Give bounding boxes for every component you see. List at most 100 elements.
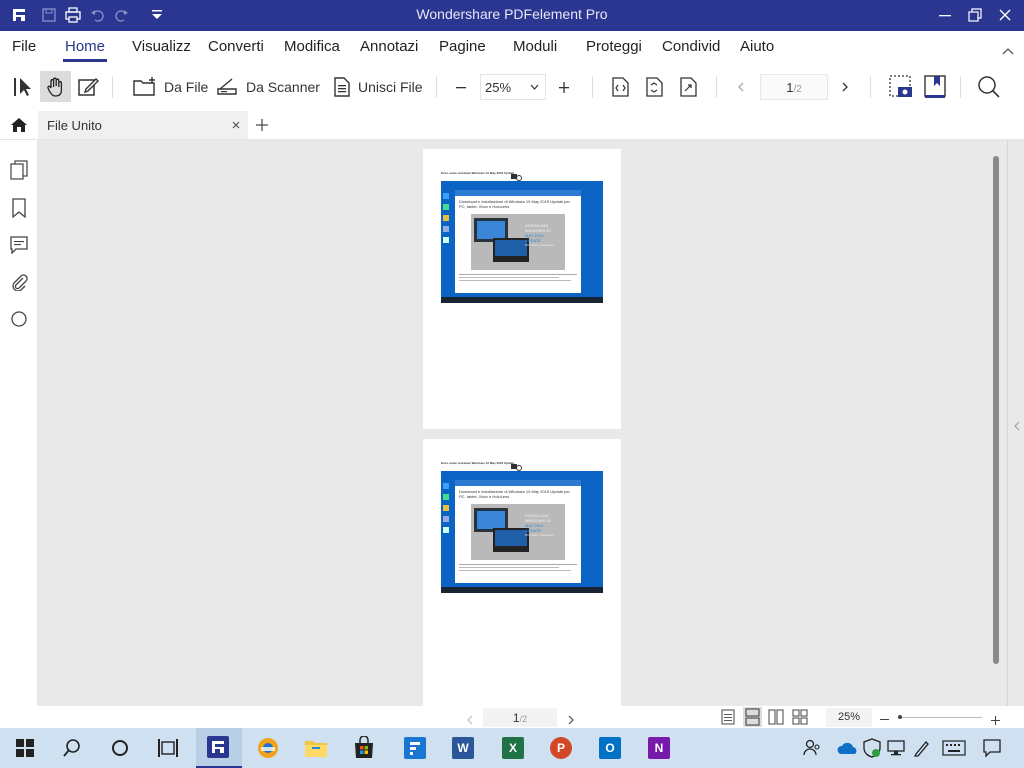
toolbar-separator <box>960 76 961 98</box>
cortana-icon[interactable] <box>108 736 132 760</box>
menu-pages[interactable]: Pagine <box>439 38 486 55</box>
document-tab-bar: File Unito <box>0 111 1024 140</box>
from-file-button[interactable]: Da File <box>132 73 208 101</box>
pen-icon[interactable] <box>910 736 934 760</box>
merge-files-button[interactable]: Unisci File <box>330 73 423 101</box>
tab-file-unito[interactable]: File Unito <box>38 111 248 139</box>
from-file-label: Da File <box>164 79 209 95</box>
search-icon[interactable] <box>977 73 1001 101</box>
select-tool-icon[interactable] <box>12 73 36 101</box>
tab-title: File Unito <box>47 118 102 133</box>
taskbar-search-icon[interactable] <box>60 736 84 760</box>
menu-home[interactable]: Home <box>62 38 108 62</box>
people-icon[interactable] <box>800 736 824 760</box>
minimize-icon[interactable] <box>936 6 954 24</box>
status-zoom-out-icon[interactable] <box>880 711 889 729</box>
status-page-input[interactable]: 1/2 <box>483 708 557 727</box>
page-heading: Ecco come scaricare Windows 10 May 2019 … <box>441 461 515 465</box>
page-number-input[interactable]: 1/2 <box>760 74 828 100</box>
fit-page-icon[interactable] <box>643 73 665 101</box>
screenshot-taskbar <box>441 297 603 303</box>
browser-window: Download e installazione di Windows 10 M… <box>455 190 581 293</box>
hand-tool-icon[interactable] <box>40 71 71 102</box>
previous-page-icon[interactable] <box>736 73 746 101</box>
screenshot-taskbar <box>441 587 603 593</box>
edit-tool-icon[interactable] <box>76 73 100 101</box>
continuous-facing-view-icon[interactable] <box>792 709 808 730</box>
pdfelement-app-icon <box>207 736 229 758</box>
outlook-icon[interactable]: O <box>598 736 622 760</box>
menu-forms[interactable]: Moduli <box>513 38 557 55</box>
zoom-slider-track[interactable] <box>898 717 982 718</box>
action-center-icon[interactable] <box>980 736 1004 760</box>
document-workspace: Ecco come scaricare Windows 10 May 2019 … <box>38 140 1024 706</box>
microsoft-store-icon[interactable] <box>352 736 376 760</box>
home-icon[interactable] <box>10 116 28 139</box>
zoom-select[interactable]: 25% <box>480 74 546 100</box>
chevron-down-icon <box>530 84 539 90</box>
security-shield-icon[interactable] <box>860 736 884 760</box>
pdfelement-cloud-icon[interactable] <box>403 736 427 760</box>
from-scanner-label: Da Scanner <box>246 79 320 95</box>
menu-convert[interactable]: Converti <box>208 38 264 55</box>
powerpoint-icon[interactable]: P <box>549 736 573 760</box>
page-screenshot-image: Download e installazione di Windows 10 M… <box>441 181 603 303</box>
network-icon[interactable] <box>884 736 908 760</box>
edge-canary-icon[interactable] <box>256 736 280 760</box>
vertical-scrollbar-thumb[interactable] <box>993 156 999 664</box>
next-page-icon[interactable] <box>840 73 850 101</box>
toolbar-separator <box>592 76 593 98</box>
status-zoom-value[interactable]: 25% <box>826 708 872 727</box>
fit-width-icon[interactable] <box>609 73 631 101</box>
menu-annotate[interactable]: Annotazi <box>360 38 418 55</box>
close-tab-icon[interactable] <box>232 121 240 129</box>
comment-icon[interactable] <box>9 235 29 255</box>
download-banner: DOWNLOAD WINDOWS 10 MAY 2019 UPDATE PC |… <box>471 214 565 270</box>
continuous-view-icon[interactable] <box>743 707 762 727</box>
collapse-ribbon-icon[interactable] <box>1002 43 1014 61</box>
menu-share[interactable]: Condivid <box>662 38 720 55</box>
bookmark-icon[interactable] <box>9 198 29 218</box>
toolbar-separator <box>870 76 871 98</box>
menu-view[interactable]: Visualizz <box>132 38 191 55</box>
toolbar-separator <box>436 76 437 98</box>
pdf-page-1: Ecco come scaricare Windows 10 May 2019 … <box>423 149 621 429</box>
toolbar-separator <box>716 76 717 98</box>
search-panel-icon[interactable] <box>9 309 29 329</box>
attachment-icon[interactable] <box>9 272 29 292</box>
taskbar-pdfelement-active[interactable] <box>196 728 242 768</box>
thumbnails-icon[interactable] <box>9 160 29 180</box>
onedrive-icon[interactable] <box>836 736 860 760</box>
expand-right-panel-icon[interactable] <box>1014 418 1020 436</box>
title-bar: Wondershare PDFelement Pro <box>0 0 1024 31</box>
close-window-icon[interactable] <box>996 6 1014 24</box>
screenshot-icon[interactable] <box>888 73 914 101</box>
zoom-out-icon[interactable] <box>455 73 467 101</box>
windows-start-icon[interactable] <box>13 736 37 760</box>
word-icon[interactable]: W <box>451 736 475 760</box>
zoom-in-icon[interactable] <box>558 73 570 101</box>
task-view-icon[interactable] <box>156 736 180 760</box>
actual-size-icon[interactable] <box>677 73 699 101</box>
page-screenshot-image: Download e installazione di Windows 10 M… <box>441 471 603 593</box>
folder-add-icon <box>133 77 155 96</box>
single-page-view-icon[interactable] <box>720 709 736 730</box>
bookmark-view-icon[interactable] <box>923 73 947 101</box>
file-explorer-icon[interactable] <box>304 736 328 760</box>
menu-file[interactable]: File <box>12 38 36 55</box>
menu-protect[interactable]: Proteggi <box>586 38 642 55</box>
from-scanner-button[interactable]: Da Scanner <box>216 73 320 101</box>
onenote-icon[interactable]: N <box>647 736 671 760</box>
facing-view-icon[interactable] <box>768 709 784 730</box>
zoom-slider-thumb[interactable] <box>898 715 902 719</box>
menu-help[interactable]: Aiuto <box>740 38 774 55</box>
new-tab-icon[interactable] <box>256 118 268 136</box>
keyboard-icon[interactable] <box>942 736 966 760</box>
menu-edit[interactable]: Modifica <box>284 38 340 55</box>
windows-taskbar: W X P O N <box>0 728 1024 768</box>
restore-icon[interactable] <box>966 6 984 24</box>
status-bar: 1/2 25% <box>0 706 1024 728</box>
menu-bar: File Home Visualizz Converti Modifica An… <box>0 31 1024 64</box>
excel-icon[interactable]: X <box>501 736 525 760</box>
desktop-icons <box>443 193 451 258</box>
